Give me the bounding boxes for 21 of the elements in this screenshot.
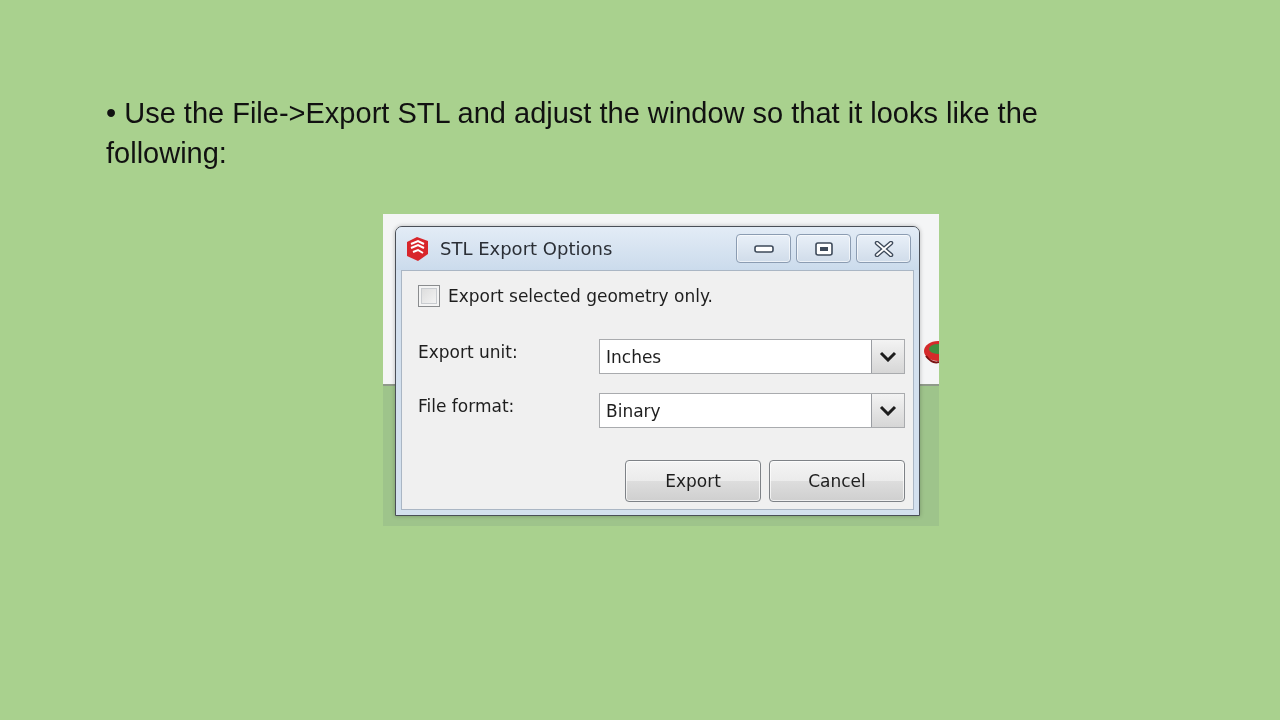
dropdown-field[interactable]: Inches <box>599 339 905 374</box>
maximize-button[interactable] <box>796 234 851 263</box>
minimize-button[interactable] <box>736 234 791 263</box>
checkbox[interactable] <box>418 285 440 307</box>
close-icon <box>873 240 894 257</box>
window-title: STL Export Options <box>440 238 613 259</box>
field-label: File format: <box>418 395 516 416</box>
close-button[interactable] <box>856 234 911 263</box>
maximize-icon <box>814 241 833 256</box>
field-label: Export unit: <box>418 341 519 362</box>
dropdown-arrow-button[interactable] <box>871 340 904 373</box>
export-button[interactable]: Export <box>625 460 761 502</box>
dropdown-arrow-button[interactable] <box>871 394 904 427</box>
minimize-icon <box>753 244 774 253</box>
checkbox-label: Export selected geometry only. <box>448 286 713 306</box>
bullet-text: • Use the File->Export STL and adjust the window so that it looks like the following: <box>106 96 1039 171</box>
dropdown-field[interactable]: Binary <box>599 393 905 428</box>
chevron-down-icon <box>879 351 897 362</box>
app-logo-icon <box>405 235 430 262</box>
chevron-down-icon <box>879 405 897 416</box>
cancel-button[interactable]: Cancel <box>769 460 905 502</box>
